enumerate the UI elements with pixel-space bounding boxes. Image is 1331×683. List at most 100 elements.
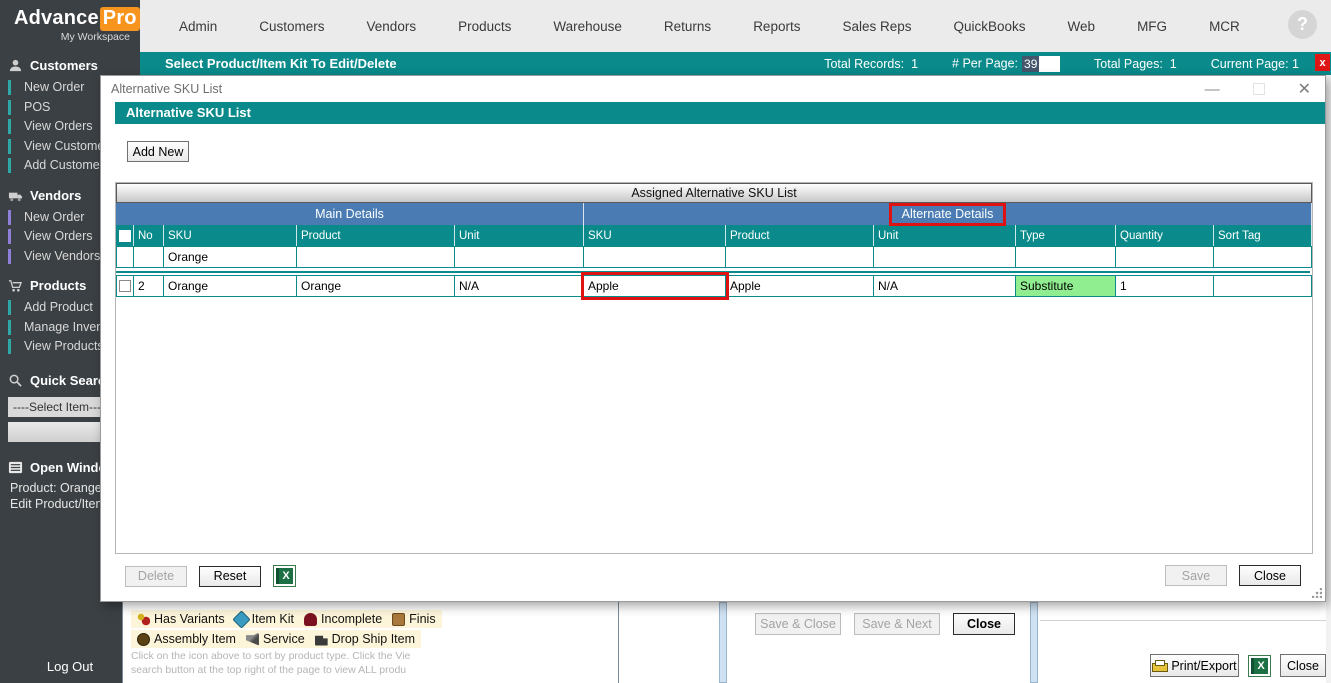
filter-type-input[interactable] — [1016, 246, 1116, 268]
close-page-button[interactable]: x — [1315, 54, 1330, 71]
total-pages: Total Pages: 1 — [1094, 57, 1177, 71]
menu-reports[interactable]: Reports — [732, 19, 821, 34]
dialog-titlebar: Alternative SKU List — ✕ — [101, 76, 1325, 102]
select-all-checkbox[interactable] — [119, 230, 131, 242]
excel-icon: X — [1251, 658, 1268, 674]
filter-sku-input[interactable]: Orange — [164, 246, 297, 268]
filter-no-cell[interactable] — [134, 246, 164, 268]
background-close-button[interactable]: Close — [953, 613, 1015, 635]
dialog-footer-right: Save Close — [1165, 565, 1301, 586]
save-and-close-button[interactable]: Save & Close — [755, 613, 841, 635]
filter-product-input[interactable] — [297, 246, 455, 268]
menu-vendors[interactable]: Vendors — [346, 19, 438, 34]
background-scrollbar-left[interactable] — [719, 602, 727, 683]
brand-main: Advance — [14, 7, 99, 29]
row-checkbox[interactable] — [119, 280, 131, 292]
close-icon[interactable]: ✕ — [1298, 79, 1311, 99]
bottom-close-button[interactable]: Close — [1280, 654, 1326, 677]
col-sort-tag: Sort Tag — [1214, 225, 1312, 246]
minimize-icon[interactable]: — — [1205, 81, 1220, 98]
background-scrollbar-right[interactable] — [1030, 602, 1038, 683]
per-page: # Per Page:39 — [952, 56, 1060, 72]
filter-alt-product-input[interactable] — [726, 246, 874, 268]
item-kit-icon — [232, 610, 250, 628]
select-all-cell — [116, 225, 134, 246]
table-row: 2 Orange Orange N/A Apple Apple N/A Subs… — [116, 275, 1312, 297]
legend-drop-ship[interactable]: Drop Ship Item — [315, 632, 415, 646]
menu-sales-reps[interactable]: Sales Reps — [821, 19, 932, 34]
menu-warehouse[interactable]: Warehouse — [532, 19, 643, 34]
table-filter-row: Orange — [116, 246, 1312, 268]
filter-sort-tag-input[interactable] — [1214, 246, 1312, 268]
menu-mcr[interactable]: MCR — [1188, 19, 1261, 34]
dialog-export-excel-button[interactable]: X — [273, 565, 296, 587]
add-new-button[interactable]: Add New — [127, 141, 189, 162]
row-type: Substitute — [1016, 275, 1116, 297]
incomplete-icon — [304, 613, 317, 626]
dialog-footer-left: Delete Reset X — [125, 565, 296, 587]
brand-accent: Pro — [100, 7, 140, 31]
has-variants-icon — [137, 613, 150, 626]
col-quantity: Quantity — [1116, 225, 1214, 246]
per-page-input[interactable]: 39 — [1022, 56, 1060, 72]
row-alt-sku-highlighted: Apple — [584, 275, 726, 297]
legend-row-1: Has Variants Item Kit Incomplete Finis — [131, 610, 442, 628]
bottom-right-buttons: Print/Export X Close — [1150, 654, 1326, 677]
filter-unit-input[interactable] — [455, 246, 584, 268]
alternative-sku-dialog: Alternative SKU List — ✕ Alternative SKU… — [100, 75, 1326, 602]
row-alt-unit: N/A — [874, 275, 1016, 297]
row-no: 2 — [134, 275, 164, 297]
dialog-close-button[interactable]: Close — [1239, 565, 1301, 586]
menu-admin[interactable]: Admin — [158, 19, 238, 34]
help-icon[interactable]: ? — [1288, 10, 1317, 39]
dialog-header-bar: Alternative SKU List — [115, 102, 1325, 124]
service-tools-icon — [246, 633, 259, 646]
legend-finished-goods[interactable]: Finis — [392, 612, 435, 626]
row-quantity: 1 — [1116, 275, 1214, 297]
save-and-next-button[interactable]: Save & Next — [854, 613, 940, 635]
legend-assembly-item[interactable]: Assembly Item — [137, 632, 236, 646]
menu-returns[interactable]: Returns — [643, 19, 732, 34]
top-bar: AdvancePro My Workspace Admin Customers … — [0, 0, 1331, 52]
cart-icon — [8, 278, 23, 293]
table-caption: Assigned Alternative SKU List — [116, 183, 1312, 203]
menu-web[interactable]: Web — [1047, 19, 1117, 34]
legend-service[interactable]: Service — [246, 632, 305, 646]
page-scroll-gutter[interactable] — [1326, 75, 1331, 683]
truck-icon — [8, 188, 23, 203]
save-button[interactable]: Save — [1165, 565, 1227, 586]
app-logo: AdvancePro My Workspace — [0, 0, 140, 52]
filter-alt-unit-input[interactable] — [874, 246, 1016, 268]
menu-mfg[interactable]: MFG — [1116, 19, 1188, 34]
col-alt-product: Product — [726, 225, 874, 246]
total-records: Total Records: 1 — [824, 57, 918, 71]
printer-icon — [1152, 660, 1166, 672]
finished-goods-icon — [392, 613, 405, 626]
maximize-icon[interactable] — [1253, 83, 1265, 95]
menu-customers[interactable]: Customers — [238, 19, 345, 34]
excel-icon: X — [276, 568, 293, 584]
filter-alt-sku-input[interactable] — [584, 246, 726, 268]
logout-button[interactable]: Log Out — [0, 655, 140, 683]
row-checkbox-cell — [116, 275, 134, 297]
menu-products[interactable]: Products — [437, 19, 532, 34]
row-alt-product: Apple — [726, 275, 874, 297]
legend-item-kit[interactable]: Item Kit — [235, 612, 294, 626]
legend-incomplete[interactable]: Incomplete — [304, 612, 382, 626]
legend-has-variants[interactable]: Has Variants — [137, 612, 225, 626]
search-icon — [8, 373, 23, 388]
drop-ship-truck-icon — [315, 633, 328, 646]
assembly-item-icon — [137, 633, 150, 646]
export-excel-button[interactable]: X — [1248, 655, 1271, 677]
dialog-title: Alternative SKU List — [111, 82, 222, 96]
col-type: Type — [1016, 225, 1116, 246]
group-main-details: Main Details — [116, 203, 584, 225]
reset-button[interactable]: Reset — [199, 566, 261, 587]
legend-hint-line1: Click on the icon above to sort by produ… — [131, 651, 618, 662]
print-export-button[interactable]: Print/Export — [1150, 654, 1239, 677]
row-main-product: Orange — [297, 275, 455, 297]
menu-quickbooks[interactable]: QuickBooks — [933, 19, 1047, 34]
delete-button[interactable]: Delete — [125, 566, 187, 587]
resize-grip[interactable] — [1312, 588, 1322, 598]
filter-quantity-input[interactable] — [1116, 246, 1214, 268]
